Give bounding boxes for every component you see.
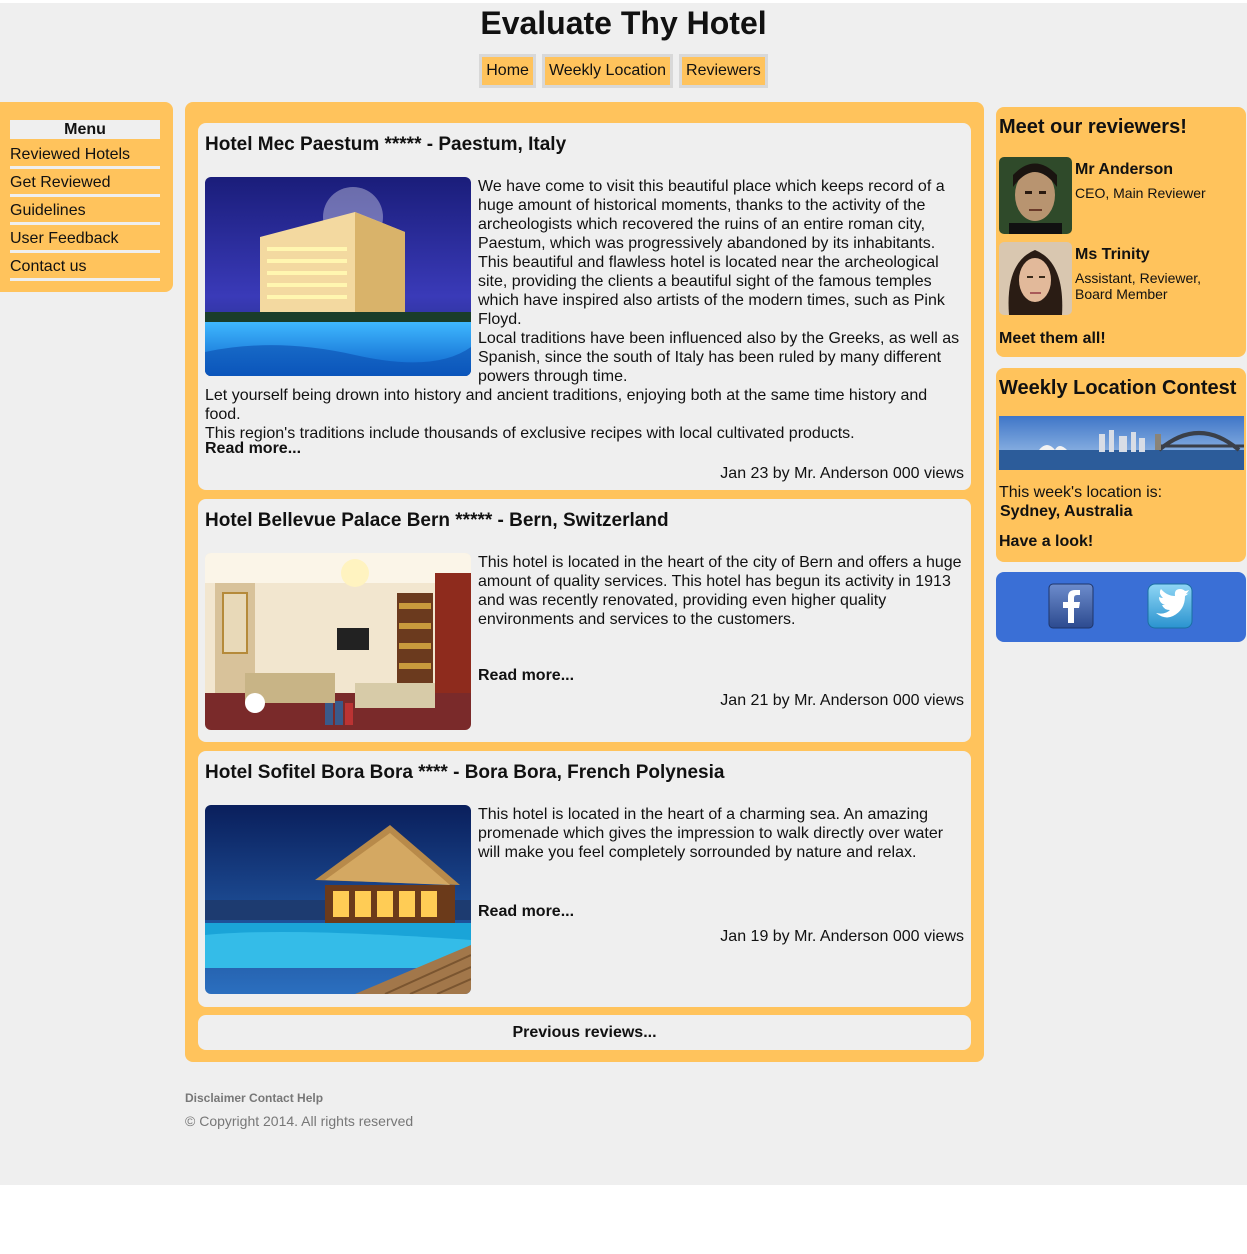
article-card: Hotel Bellevue Palace Bern ***** - Bern,… [198, 499, 971, 742]
reviewers-title: Meet our reviewers! [999, 116, 1187, 138]
hotel-photo-paestum [205, 177, 471, 376]
read-more-link[interactable]: Read more... [478, 902, 574, 921]
contest-caption: This week's location is: [999, 484, 1163, 501]
nav-home-button[interactable]: Home [479, 54, 536, 88]
menu-item-user-feedback[interactable]: User Feedback [10, 228, 160, 253]
social-links [996, 572, 1246, 642]
reviewers-box: Meet our reviewers! Mr Anderson CEO, Mai… [996, 107, 1246, 357]
article-card: Hotel Sofitel Bora Bora **** - Bora Bora… [198, 751, 971, 1007]
article-meta: Jan 19 by Mr. Anderson 000 views [720, 928, 964, 945]
contest-location: Sydney, Australia [1000, 503, 1133, 520]
nav-weekly-location-button[interactable]: Weekly Location [541, 54, 674, 88]
sydney-photo[interactable] [999, 416, 1244, 470]
top-nav: Home Weekly Location Reviewers [0, 54, 1247, 88]
meet-them-all-link[interactable]: Meet them all! [999, 329, 1106, 348]
copyright: © Copyright 2014. All rights reserved [185, 1113, 414, 1129]
article-body: We have come to visit this beautiful pla… [205, 177, 960, 442]
read-more-link[interactable]: Read more... [205, 439, 301, 458]
article-card: Hotel Mec Paestum ***** - Paestum, Italy [198, 123, 971, 490]
contest-title: Weekly Location Contest [999, 377, 1237, 399]
avatar[interactable] [999, 242, 1072, 315]
reviewer-role: CEO, Main Reviewer [1075, 185, 1206, 201]
reviewer-role: Assistant, Reviewer, Board Member [1075, 270, 1202, 302]
menu-item-reviewed-hotels[interactable]: Reviewed Hotels [10, 144, 160, 169]
article-title[interactable]: Hotel Mec Paestum ***** - Paestum, Italy [205, 133, 566, 157]
nav-reviewers-button[interactable]: Reviewers [679, 54, 768, 88]
have-a-look-link[interactable]: Have a look! [999, 532, 1093, 551]
previous-reviews-button[interactable]: Previous reviews... [198, 1015, 971, 1050]
article-body: This hotel is located in the heart of a … [205, 805, 964, 994]
article-title[interactable]: Hotel Sofitel Bora Bora **** - Bora Bora… [205, 761, 724, 785]
facebook-icon[interactable] [1048, 583, 1094, 629]
menu-item-guidelines[interactable]: Guidelines [10, 200, 160, 225]
hotel-photo-bora-bora [205, 805, 471, 994]
site-title: Evaluate Thy Hotel [480, 5, 767, 41]
menu-title: Menu [10, 120, 160, 139]
read-more-link[interactable]: Read more... [478, 666, 574, 685]
menu-item-get-reviewed[interactable]: Get Reviewed [10, 172, 160, 197]
reviewer-name[interactable]: Ms Trinity [1075, 245, 1150, 264]
article-title[interactable]: Hotel Bellevue Palace Bern ***** - Bern,… [205, 509, 669, 533]
hotel-photo-bern [205, 553, 471, 730]
menu-item-contact-us[interactable]: Contact us [10, 256, 160, 281]
page: Evaluate Thy Hotel Home Weekly Location … [0, 3, 1247, 1185]
reviewer-name[interactable]: Mr Anderson [1075, 160, 1173, 179]
weekly-location-box: Weekly Location Contest This week's loca… [996, 368, 1246, 562]
footer-links[interactable]: Disclaimer Contact Help [185, 1091, 323, 1105]
article-meta: Jan 21 by Mr. Anderson 000 views [720, 692, 964, 709]
side-menu: Menu Reviewed Hotels Get Reviewed Guidel… [0, 102, 173, 292]
main-content: Hotel Mec Paestum ***** - Paestum, Italy [185, 102, 984, 1062]
avatar[interactable] [999, 157, 1072, 234]
twitter-icon[interactable] [1147, 583, 1193, 629]
article-meta: Jan 23 by Mr. Anderson 000 views [720, 465, 964, 482]
